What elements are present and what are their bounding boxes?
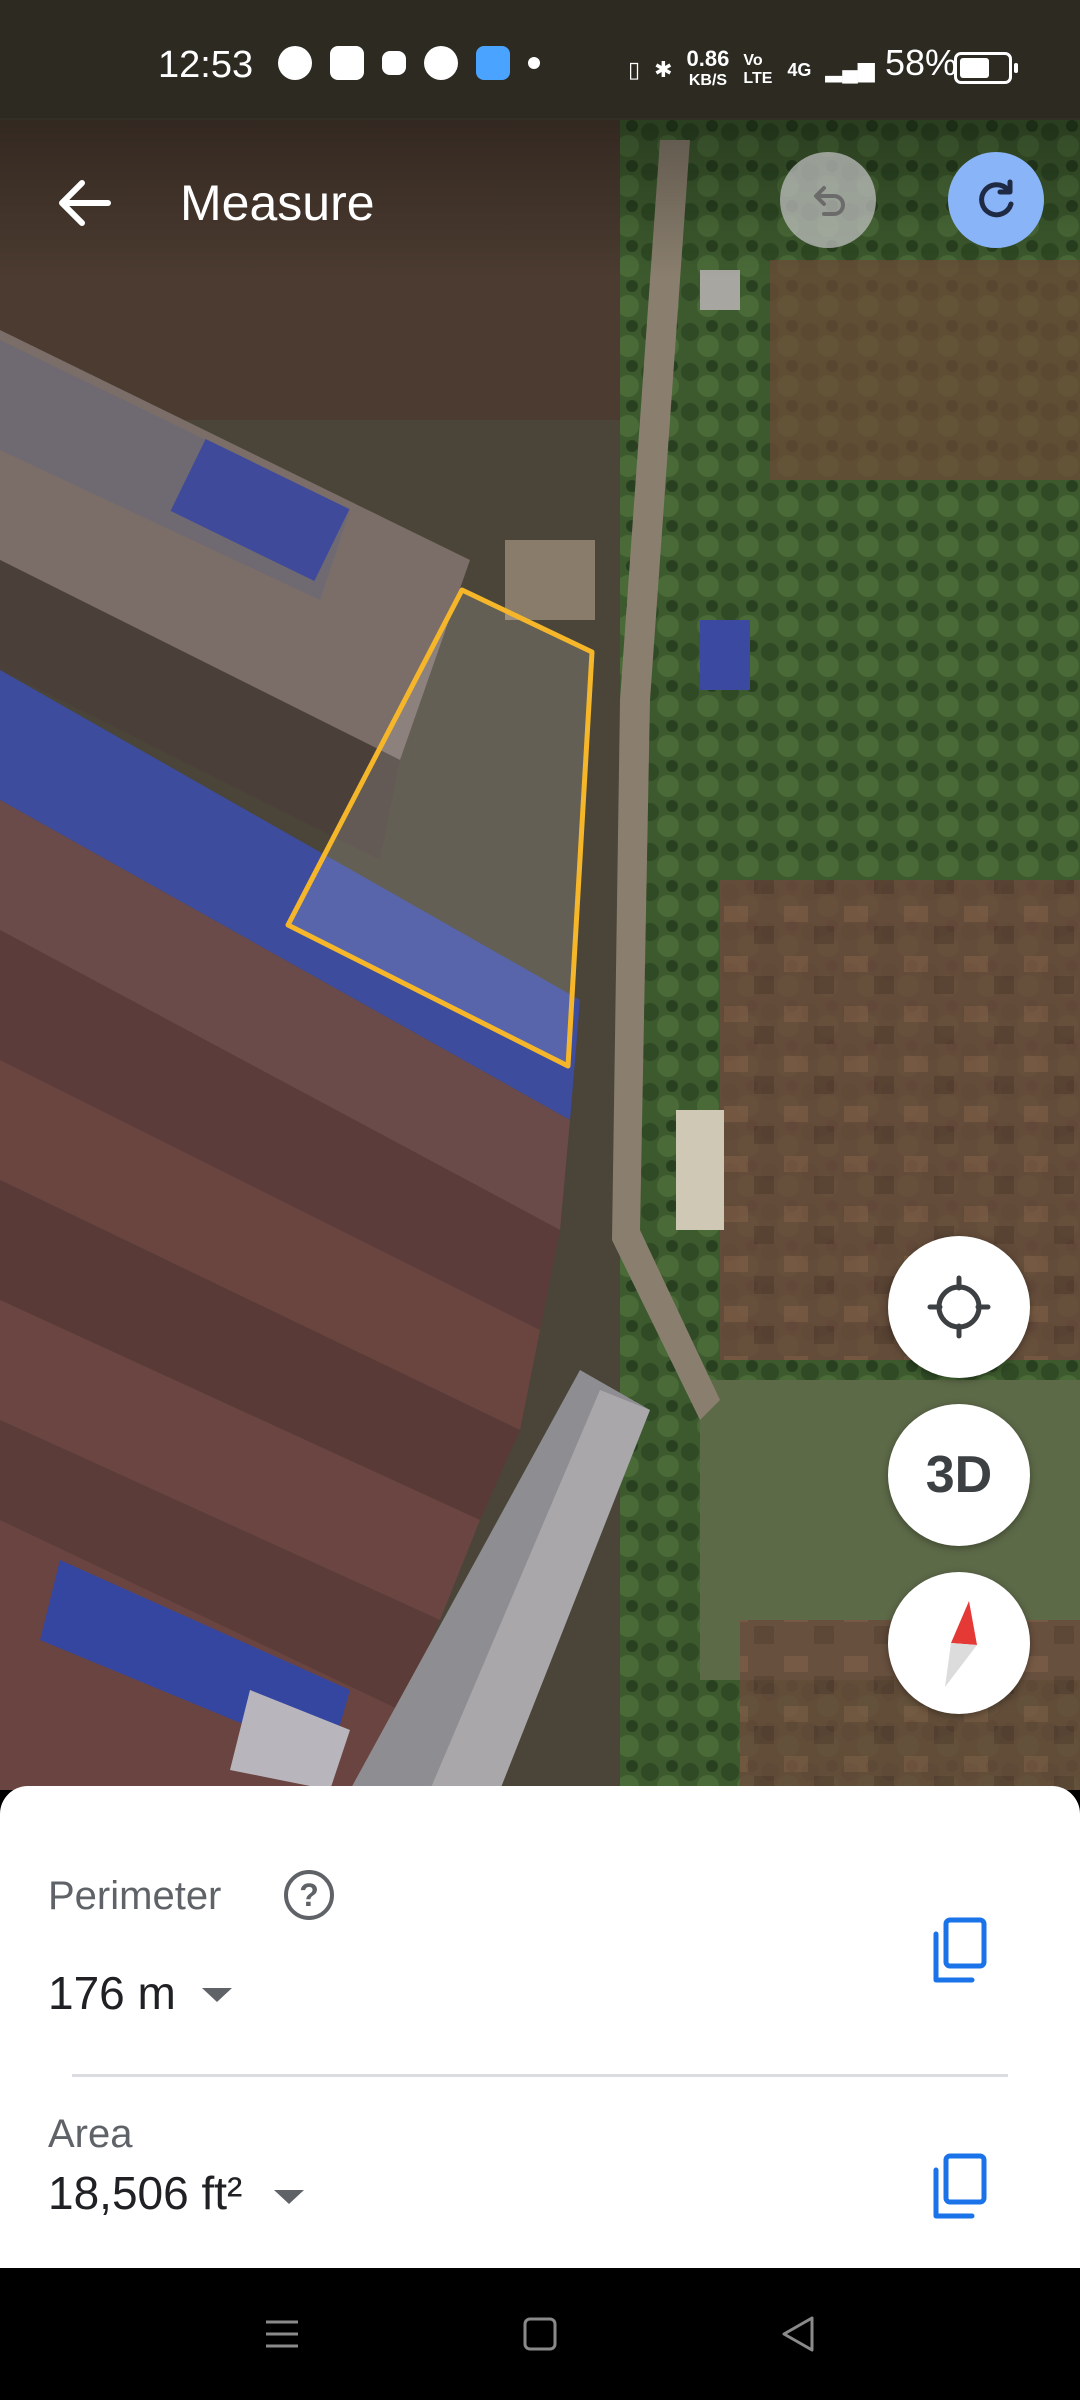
signal-icon: ▂▄▆ <box>825 57 875 82</box>
area-label: Area <box>48 2112 133 2156</box>
divider <box>72 2074 1008 2077</box>
net-speed: 0.86 <box>686 46 730 71</box>
chevron-down-icon <box>274 2190 304 2204</box>
top-app-bar: Measure <box>0 118 1080 278</box>
volte-indicator: Vo LTE <box>743 52 773 87</box>
area-unit-dropdown[interactable]: 18,506 ft² <box>48 2166 348 2236</box>
my-location-button[interactable] <box>888 1236 1030 1378</box>
redo-icon <box>979 179 1014 218</box>
notification-icons <box>278 46 540 80</box>
my-location-icon <box>927 1275 991 1339</box>
copy-icon <box>933 2153 987 2219</box>
vibrate-icon: ▯ <box>628 57 641 82</box>
status-time: 12:53 <box>158 44 254 86</box>
perimeter-value: 176 m <box>48 1967 176 2019</box>
bluetooth-icon: ✱ <box>654 57 673 82</box>
chevron-down-icon <box>202 1988 232 2002</box>
home-icon[interactable] <box>520 2314 560 2354</box>
perimeter-label: Perimeter <box>48 1874 222 1918</box>
3d-label: 3D <box>925 1446 993 1504</box>
measurement-sheet: Perimeter ? 176 m Area 18,506 ft² <box>0 1786 1080 2268</box>
net-speed-unit: KB/S <box>688 72 728 89</box>
status-bar: 12:53 ▯ ✱ 0.86 KB/S Vo LTE 4G ▂▄▆ 58% <box>0 0 1080 118</box>
compass-icon <box>945 1601 977 1687</box>
app-icon <box>476 46 510 80</box>
page-title: Measure <box>180 175 375 231</box>
system-navigation-bar <box>0 2268 1080 2400</box>
more-notifications-icon <box>528 57 540 69</box>
system-icons: ▯ ✱ 0.86 KB/S Vo LTE 4G ▂▄▆ <box>628 48 875 92</box>
area-value: 18,506 ft² <box>48 2167 243 2219</box>
undo-button[interactable] <box>780 152 876 248</box>
copy-area-button[interactable] <box>930 2152 990 2222</box>
arrow-back-icon[interactable] <box>50 168 120 238</box>
3d-toggle-button[interactable]: 3D <box>888 1404 1030 1546</box>
help-icon[interactable]: ? <box>284 1870 334 1920</box>
compass-button[interactable] <box>888 1572 1030 1714</box>
battery-percent: 58% <box>885 42 958 83</box>
messages-icon <box>278 46 312 80</box>
back-nav-icon[interactable] <box>778 2314 818 2354</box>
perimeter-unit-dropdown[interactable]: 176 m <box>48 1966 268 2036</box>
redo-button[interactable] <box>948 152 1044 248</box>
battery-icon <box>954 52 1018 84</box>
copy-perimeter-button[interactable] <box>930 1916 990 1986</box>
facebook-icon <box>424 46 458 80</box>
menu-icon[interactable] <box>262 2314 302 2354</box>
network-type: 4G <box>787 59 812 80</box>
copy-icon <box>933 1917 987 1983</box>
notification-icon <box>382 51 406 75</box>
instagram-icon <box>330 46 364 80</box>
undo-icon <box>814 186 845 216</box>
